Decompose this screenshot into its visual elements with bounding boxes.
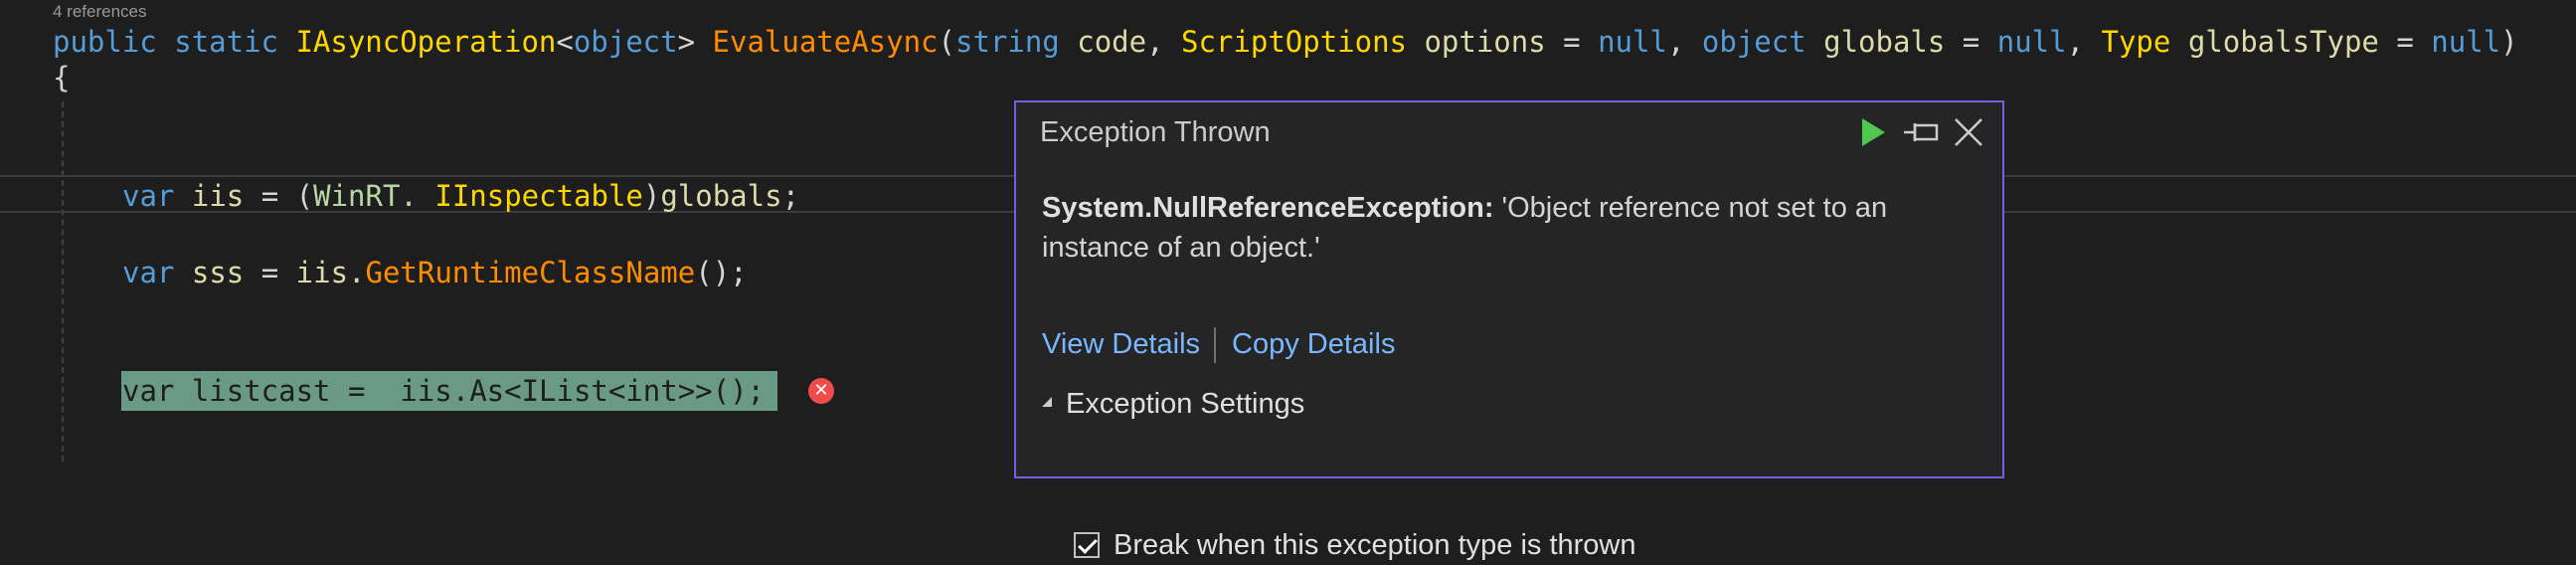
kw-static: static <box>174 25 278 59</box>
param-options: options <box>1424 25 1546 59</box>
close-button[interactable] <box>1947 112 1990 152</box>
type-type: Type <box>2101 25 2171 59</box>
error-icon[interactable]: ✕ <box>808 378 834 404</box>
kw-public: public <box>53 25 157 59</box>
exception-settings-label: Exception Settings <box>1066 388 1305 420</box>
comma: , <box>2066 25 2085 59</box>
copy-details-link[interactable]: Copy Details <box>1232 328 1395 360</box>
equals: = <box>2396 25 2414 59</box>
var-iis: iis <box>191 179 245 213</box>
exception-message: System.NullReferenceException: 'Object r… <box>1042 188 1976 268</box>
view-details-link[interactable]: View Details <box>1042 328 1200 360</box>
details-links: View Details Copy Details <box>1042 324 1395 364</box>
var-sss: sss <box>191 256 245 289</box>
return-type: IAsyncOperation <box>295 25 557 59</box>
open-brace-line[interactable]: { <box>53 58 70 97</box>
type-iinspectable: IInspectable <box>434 179 643 213</box>
semicolon: ; <box>781 179 800 213</box>
cast-open: ( <box>295 179 314 213</box>
equals: = <box>260 256 279 289</box>
break-on-exception-row[interactable]: Break when this exception type is thrown <box>1074 525 1636 565</box>
call-parens: (); <box>695 256 748 289</box>
arg-globals: globals <box>660 179 782 213</box>
cast-close: ) <box>642 179 661 213</box>
indent-guide <box>62 101 64 462</box>
equals: = <box>1563 25 1581 59</box>
expand-triangle-icon <box>1042 397 1052 408</box>
code-line-iis[interactable]: var iis = (WinRT. IInspectable)globals; <box>122 176 799 216</box>
method-name: EvaluateAsync <box>712 25 939 59</box>
close-paren: ) <box>2500 25 2518 59</box>
kw-null: null <box>2431 25 2501 59</box>
kw-object: object <box>573 25 678 59</box>
close-icon <box>1955 118 1982 146</box>
popup-title: Exception Thrown <box>1040 116 1271 148</box>
param-globals: globals <box>1823 25 1946 59</box>
continue-button[interactable] <box>1851 112 1895 152</box>
kw-null: null <box>1996 25 2067 59</box>
obj-iis: iis. <box>295 256 366 289</box>
codelens-references[interactable]: 4 references <box>53 2 147 22</box>
param-globalstype: globalsType <box>2187 25 2379 59</box>
exception-settings-header[interactable]: Exception Settings <box>1042 384 1304 424</box>
gt: > <box>677 25 696 59</box>
method-getruntimeclassname: GetRuntimeClassName <box>365 256 696 289</box>
type-scriptoptions: ScriptOptions <box>1181 25 1407 59</box>
kw-object: object <box>1701 25 1806 59</box>
link-separator <box>1214 327 1217 364</box>
code-line-sss[interactable]: var sss = iis.GetRuntimeClassName(); <box>122 253 748 292</box>
equals: = <box>260 179 279 213</box>
pin-icon <box>1904 123 1939 141</box>
pin-button[interactable] <box>1899 112 1943 152</box>
open-paren: ( <box>938 25 955 59</box>
break-checkbox-label: Break when this exception type is thrown <box>1114 529 1636 561</box>
exception-helper-popup: Exception Thrown System.NullReferenceExc… <box>1014 100 2004 561</box>
kw-string: string <box>955 25 1060 59</box>
kw-var: var <box>122 179 175 213</box>
comma: , <box>1666 25 1685 59</box>
method-signature-line[interactable]: public static IAsyncOperation<object> Ev… <box>53 22 2518 62</box>
kw-var: var <box>122 256 175 289</box>
exception-type: System.NullReferenceException: <box>1042 192 1494 224</box>
play-icon <box>1862 118 1885 146</box>
param-code: code <box>1077 25 1147 59</box>
equals: = <box>1962 25 1980 59</box>
code-line-listcast[interactable]: var listcast = iis.As<IList<int>>(); <box>122 371 765 411</box>
break-checkbox[interactable] <box>1074 532 1100 558</box>
lt: < <box>556 25 574 59</box>
comma: , <box>1146 25 1164 59</box>
kw-null: null <box>1598 25 1667 59</box>
namespace-winrt: WinRT. <box>313 179 418 213</box>
